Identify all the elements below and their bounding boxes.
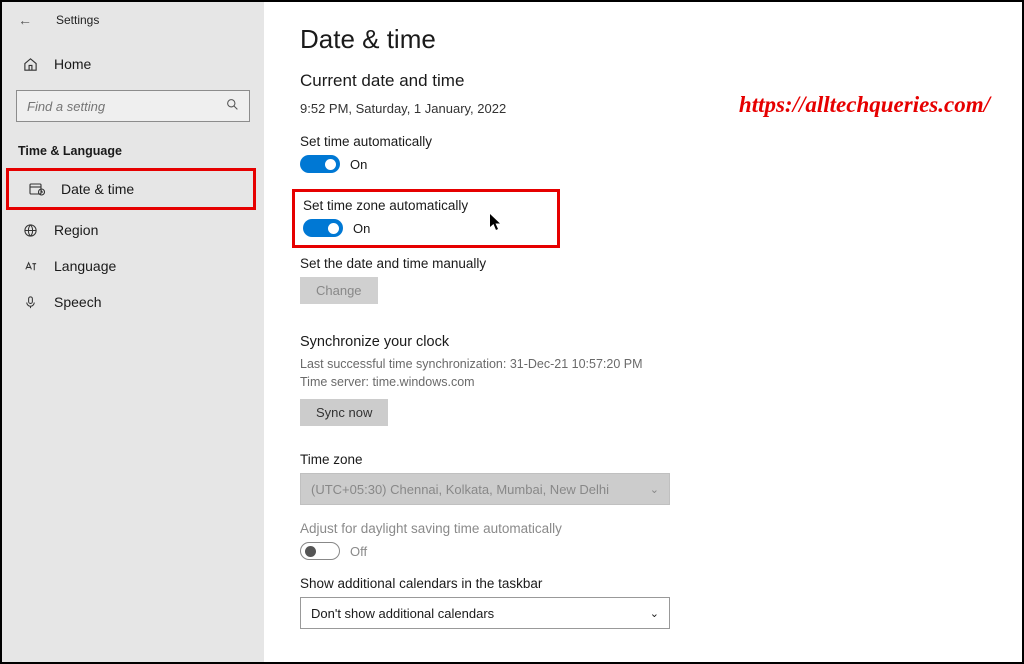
- label-set-time-auto: Set time automatically: [300, 134, 986, 149]
- section-current-datetime: Current date and time: [300, 71, 986, 91]
- sidebar-item-label: Home: [54, 56, 91, 72]
- page-title: Date & time: [300, 24, 986, 55]
- sync-now-button[interactable]: Sync now: [300, 399, 388, 426]
- sidebar-item-label: Region: [54, 222, 98, 238]
- globe-icon: [22, 222, 38, 238]
- sidebar-item-label: Date & time: [61, 181, 134, 197]
- sync-last-success: Last successful time synchronization: 31…: [300, 357, 643, 371]
- select-value: (UTC+05:30) Chennai, Kolkata, Mumbai, Ne…: [311, 482, 609, 497]
- change-button: Change: [300, 277, 378, 304]
- home-icon: [22, 56, 38, 72]
- sidebar-item-label: Language: [54, 258, 116, 274]
- sidebar: ← Settings Home Time & Language: [2, 2, 264, 662]
- label-timezone: Time zone: [300, 452, 986, 467]
- sidebar-item-language[interactable]: Language: [2, 248, 264, 284]
- label-dst-auto: Adjust for daylight saving time automati…: [300, 521, 986, 536]
- sidebar-item-date-time[interactable]: Date & time: [9, 171, 253, 207]
- label-set-tz-auto: Set time zone automatically: [303, 198, 549, 213]
- label-additional-calendars: Show additional calendars in the taskbar: [300, 576, 986, 591]
- search-input[interactable]: [27, 99, 226, 114]
- sidebar-item-speech[interactable]: Speech: [2, 284, 264, 320]
- back-icon[interactable]: ←: [12, 10, 38, 30]
- microphone-icon: [22, 294, 38, 310]
- language-icon: [22, 258, 38, 274]
- highlight-box-main: Set time zone automatically On: [292, 189, 560, 248]
- toggle-set-tz-auto[interactable]: [303, 219, 343, 237]
- chevron-down-icon: ⌄: [650, 483, 659, 496]
- watermark-url: https://alltechqueries.com/: [739, 92, 990, 118]
- select-value: Don't show additional calendars: [311, 606, 494, 621]
- toggle-dst-auto: [300, 542, 340, 560]
- section-sync-clock: Synchronize your clock: [300, 334, 986, 350]
- toggle-state: On: [353, 221, 370, 236]
- main-content: https://alltechqueries.com/ Date & time …: [264, 2, 1022, 662]
- toggle-state: Off: [350, 544, 367, 559]
- sidebar-item-label: Speech: [54, 294, 101, 310]
- date-time-icon: [29, 181, 45, 197]
- label-set-manual: Set the date and time manually: [300, 256, 986, 271]
- toggle-state: On: [350, 157, 367, 172]
- sidebar-item-region[interactable]: Region: [2, 212, 264, 248]
- sidebar-category: Time & Language: [2, 126, 264, 166]
- select-timezone: (UTC+05:30) Chennai, Kolkata, Mumbai, Ne…: [300, 473, 670, 505]
- window-header: ← Settings: [2, 2, 264, 36]
- window-title: Settings: [56, 13, 99, 27]
- sync-info: Last successful time synchronization: 31…: [300, 356, 986, 391]
- chevron-down-icon: ⌄: [650, 607, 659, 620]
- search-icon: [226, 98, 239, 114]
- toggle-set-time-auto[interactable]: [300, 155, 340, 173]
- sync-server: Time server: time.windows.com: [300, 375, 475, 389]
- select-additional-calendars[interactable]: Don't show additional calendars ⌄: [300, 597, 670, 629]
- highlight-box-sidebar: Date & time: [6, 168, 256, 210]
- sidebar-item-home[interactable]: Home: [2, 48, 264, 80]
- search-input-container[interactable]: [16, 90, 250, 122]
